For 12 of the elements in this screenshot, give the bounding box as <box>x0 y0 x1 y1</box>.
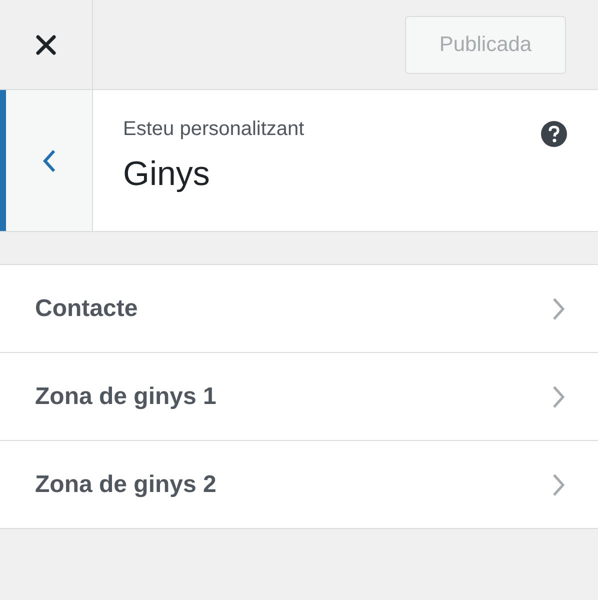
close-icon <box>35 34 57 56</box>
section-label: Zona de ginys 2 <box>35 470 218 498</box>
section-label: Contacte <box>35 294 139 322</box>
panel-subtitle: Esteu personalitzant <box>123 118 306 141</box>
section-label: Zona de ginys 1 <box>35 382 218 410</box>
panel-title: Ginys <box>123 155 211 194</box>
chevron-right-icon <box>552 296 566 322</box>
help-icon[interactable] <box>540 120 568 148</box>
back-chevron-icon <box>41 148 57 174</box>
chevron-right-icon <box>552 384 566 410</box>
back-button[interactable] <box>0 90 93 231</box>
chevron-right-icon <box>552 472 566 498</box>
